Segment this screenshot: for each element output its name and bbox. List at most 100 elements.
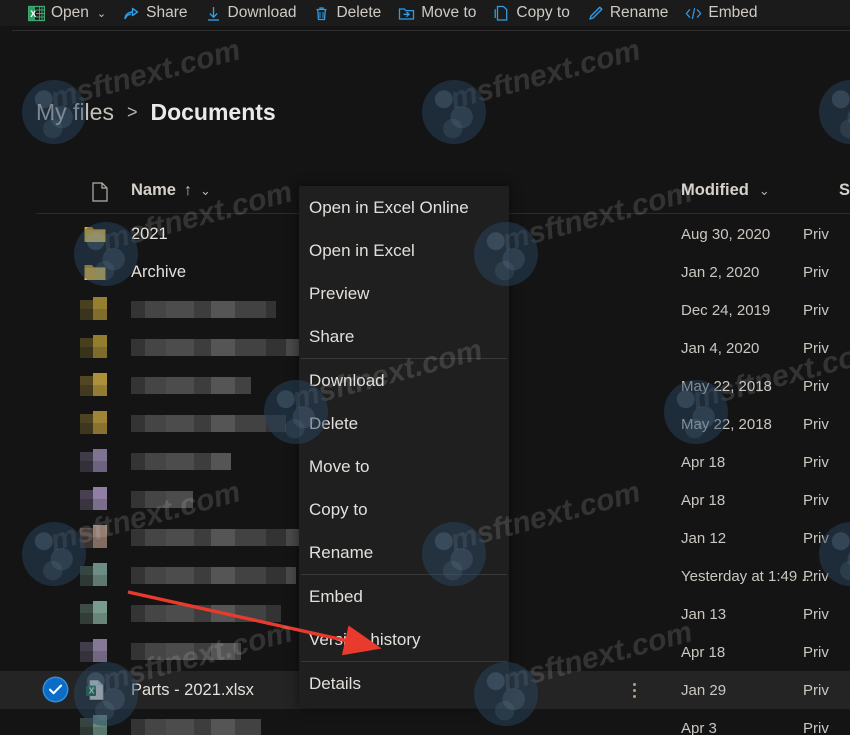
excel-icon: X bbox=[28, 5, 45, 22]
blurred-file-name bbox=[131, 339, 301, 356]
file-sharing-status: Priv bbox=[803, 643, 829, 661]
chevron-down-icon[interactable]: ⌄ bbox=[200, 183, 211, 199]
toolbar-button-label: Rename bbox=[609, 4, 669, 21]
blurred-file-icon bbox=[80, 525, 110, 551]
breadcrumb-documents[interactable]: Documents bbox=[150, 99, 275, 126]
toolbar-button-open[interactable]: X Open ⌄ bbox=[0, 0, 115, 26]
context-menu-item-copy-to[interactable]: Copy to bbox=[299, 488, 509, 531]
file-name[interactable]: 2021 bbox=[131, 225, 168, 244]
file-modified-date: May 22, 2018 bbox=[681, 377, 772, 395]
file-sharing-status: Priv bbox=[803, 339, 829, 357]
blurred-file-name bbox=[131, 605, 281, 622]
download-icon bbox=[205, 5, 222, 22]
onedrive-file-browser: X Open ⌄ Share Download Delete Move to Copy to R… bbox=[0, 0, 850, 735]
globe-icon bbox=[422, 80, 486, 144]
blurred-file-name bbox=[131, 567, 296, 584]
file-modified-date: Yesterday at 1:49 ... bbox=[681, 567, 814, 585]
context-menu: Open in Excel Online Open in Excel Preview… bbox=[299, 186, 509, 708]
blurred-file-icon bbox=[80, 449, 110, 475]
globe-icon bbox=[819, 80, 850, 144]
blurred-file-name bbox=[131, 377, 251, 394]
file-modified-date: Jan 2, 2020 bbox=[681, 263, 760, 281]
blurred-file-icon bbox=[80, 297, 110, 323]
chevron-down-icon[interactable]: ⌄ bbox=[759, 183, 770, 199]
blurred-file-name bbox=[131, 529, 311, 546]
context-menu-item-open-in-excel-online[interactable]: Open in Excel Online bbox=[299, 186, 509, 229]
toolbar-button-rename[interactable]: Rename bbox=[579, 0, 678, 26]
pencil-icon bbox=[587, 5, 604, 22]
file-sharing-status: Priv bbox=[803, 415, 829, 433]
blurred-file-icon bbox=[80, 715, 110, 735]
file-modified-date: Apr 18 bbox=[681, 453, 726, 471]
column-header-modified[interactable]: Modified ⌄ bbox=[681, 181, 770, 200]
document-icon bbox=[92, 182, 108, 202]
file-modified-date: Jan 13 bbox=[681, 605, 727, 623]
trash-icon bbox=[313, 5, 330, 22]
toolbar-button-label: Embed bbox=[708, 4, 758, 21]
file-modified-date: Jan 12 bbox=[681, 529, 727, 547]
file-name[interactable]: Parts - 2021.xlsx bbox=[131, 681, 254, 700]
blurred-file-icon bbox=[80, 411, 110, 437]
file-sharing-status: Priv bbox=[803, 301, 829, 319]
column-header-name[interactable]: Name ↑ ⌄ bbox=[131, 181, 211, 200]
svg-text:X: X bbox=[89, 685, 95, 695]
copy-page-icon bbox=[493, 5, 510, 22]
toolbar-button-embed[interactable]: Embed bbox=[677, 0, 766, 26]
file-sharing-status: Priv bbox=[803, 263, 829, 281]
context-menu-item-details[interactable]: Details bbox=[299, 662, 509, 705]
more-actions-icon[interactable] bbox=[627, 680, 641, 700]
blurred-file-icon bbox=[80, 487, 110, 513]
blurred-file-name bbox=[131, 491, 193, 508]
move-to-folder-icon bbox=[398, 5, 415, 22]
file-sharing-status: Priv bbox=[803, 567, 829, 585]
column-header-name-label: Name bbox=[131, 181, 176, 199]
watermark-text: msftnext.com bbox=[446, 33, 644, 116]
blurred-file-name bbox=[131, 301, 276, 318]
toolbar-divider bbox=[12, 30, 850, 31]
toolbar-button-delete[interactable]: Delete bbox=[305, 0, 390, 26]
context-menu-item-move-to[interactable]: Move to bbox=[299, 445, 509, 488]
context-menu-item-share[interactable]: Share bbox=[299, 315, 509, 358]
svg-text:X: X bbox=[30, 9, 36, 19]
blurred-file-icon bbox=[80, 373, 110, 399]
file-sharing-status: Priv bbox=[803, 491, 829, 509]
toolbar-button-copy-to[interactable]: Copy to bbox=[485, 0, 578, 26]
blurred-file-icon bbox=[80, 335, 110, 361]
toolbar-button-label: Copy to bbox=[516, 4, 570, 21]
context-menu-item-rename[interactable]: Rename bbox=[299, 531, 509, 574]
breadcrumb: My files > Documents bbox=[36, 92, 276, 132]
table-row[interactable]: Apr 3 Priv bbox=[0, 709, 850, 735]
context-menu-item-preview[interactable]: Preview bbox=[299, 272, 509, 315]
blurred-file-name bbox=[131, 719, 261, 735]
toolbar-button-label: Delete bbox=[336, 4, 382, 21]
code-embed-icon bbox=[685, 5, 702, 22]
context-menu-item-download[interactable]: Download bbox=[299, 359, 509, 402]
watermark-text: msftnext.com bbox=[843, 33, 850, 116]
file-modified-date: Dec 24, 2019 bbox=[681, 301, 771, 319]
file-sharing-status: Priv bbox=[803, 681, 829, 699]
chevron-down-icon[interactable]: ⌄ bbox=[97, 7, 106, 20]
toolbar-button-download[interactable]: Download bbox=[197, 0, 306, 26]
file-name[interactable]: Archive bbox=[131, 263, 186, 282]
context-menu-item-open-in-excel[interactable]: Open in Excel bbox=[299, 229, 509, 272]
file-sharing-status: Priv bbox=[803, 453, 829, 471]
file-modified-date: Apr 18 bbox=[681, 491, 726, 509]
blurred-file-icon bbox=[80, 601, 110, 627]
toolbar-button-move-to[interactable]: Move to bbox=[390, 0, 485, 26]
file-modified-date: Apr 18 bbox=[681, 643, 726, 661]
file-modified-date: Apr 3 bbox=[681, 719, 717, 735]
breadcrumb-my-files[interactable]: My files bbox=[36, 99, 114, 126]
toolbar-button-share[interactable]: Share bbox=[115, 0, 196, 26]
file-modified-date: Jan 29 bbox=[681, 681, 727, 699]
blurred-file-name bbox=[131, 643, 241, 660]
blurred-file-icon bbox=[80, 639, 110, 665]
share-icon bbox=[123, 5, 140, 22]
context-menu-item-version-history[interactable]: Version history bbox=[299, 618, 509, 661]
blurred-file-name bbox=[131, 453, 231, 470]
toolbar-button-label: Share bbox=[146, 4, 188, 21]
context-menu-item-delete[interactable]: Delete bbox=[299, 402, 509, 445]
column-header-sharing[interactable]: Sh bbox=[839, 181, 850, 200]
context-menu-item-embed[interactable]: Embed bbox=[299, 575, 509, 618]
file-sharing-status: Priv bbox=[803, 377, 829, 395]
row-selected-checkbox[interactable] bbox=[44, 678, 68, 702]
